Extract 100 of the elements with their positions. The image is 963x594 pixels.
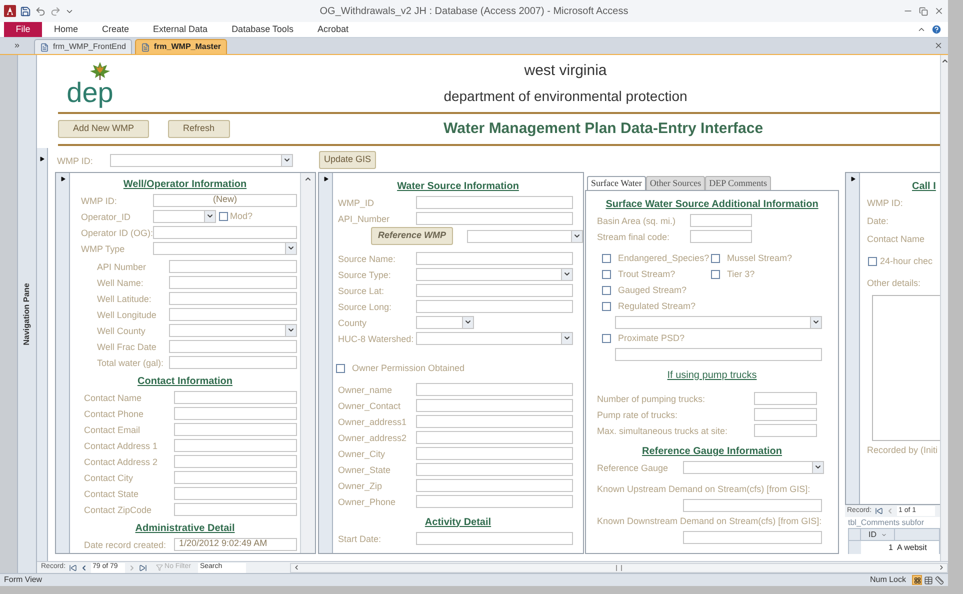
dropdown-field[interactable]	[467, 230, 583, 242]
dropdown-field[interactable]	[416, 316, 474, 328]
input-field[interactable]	[169, 276, 297, 288]
scroll-left-icon[interactable]	[293, 564, 300, 571]
input-field[interactable]	[153, 226, 297, 238]
help-icon[interactable]	[931, 24, 942, 35]
input-field[interactable]	[174, 406, 297, 420]
header-button[interactable]: Add New WMP	[58, 120, 150, 138]
dropdown-field[interactable]	[153, 242, 297, 254]
vertical-scrollbar[interactable]	[940, 55, 948, 561]
input-field[interactable]	[416, 398, 573, 412]
checkbox[interactable]	[711, 270, 720, 278]
input-field[interactable]	[169, 356, 297, 368]
form-tab[interactable]: Surface Water	[587, 176, 646, 190]
input-field[interactable]	[416, 446, 573, 460]
record-selector[interactable]	[319, 173, 333, 553]
navigation-pane[interactable]: Navigation Pane	[17, 55, 37, 573]
input-field[interactable]	[174, 502, 297, 516]
collapse-ribbon-icon[interactable]	[917, 25, 926, 34]
save-icon[interactable]	[20, 6, 31, 16]
input-field[interactable]	[754, 424, 817, 436]
input-field[interactable]	[416, 414, 573, 428]
input-field[interactable]	[169, 340, 297, 352]
notes-field[interactable]	[872, 295, 940, 441]
ribbon-tab[interactable]: External Data	[141, 22, 220, 37]
input-field[interactable]	[690, 214, 752, 226]
document-tab[interactable]: frm_WMP_FrontEnd	[34, 39, 132, 54]
record-selector[interactable]	[37, 148, 48, 561]
input-field[interactable]	[416, 196, 573, 208]
checkbox[interactable]	[602, 270, 611, 278]
checkbox[interactable]	[219, 212, 228, 220]
shutter-bar-button[interactable]: »	[0, 38, 34, 54]
checkbox[interactable]	[602, 334, 611, 342]
update-gis-button[interactable]: Update GIS	[319, 151, 376, 169]
input-field[interactable]: (New)	[153, 194, 297, 206]
input-field[interactable]	[416, 252, 573, 264]
dropdown-field[interactable]	[110, 154, 293, 166]
redo-icon[interactable]	[50, 6, 61, 16]
first-record-icon[interactable]	[874, 507, 883, 515]
close-icon[interactable]	[934, 41, 943, 50]
checkbox[interactable]	[602, 302, 611, 310]
input-field[interactable]	[174, 390, 297, 404]
input-field[interactable]: 1/20/2012 9:02:49 AM	[174, 538, 297, 550]
dropdown-field[interactable]	[683, 460, 824, 474]
input-field[interactable]	[416, 430, 573, 444]
app-icon[interactable]	[4, 5, 16, 17]
undo-icon[interactable]	[35, 6, 46, 16]
input-field[interactable]	[754, 408, 817, 420]
form-view-icon[interactable]	[912, 575, 922, 585]
input-field[interactable]	[174, 422, 297, 436]
restore-icon[interactable]	[919, 6, 928, 16]
checkbox[interactable]	[602, 254, 611, 262]
input-field[interactable]	[416, 532, 573, 544]
form-tab[interactable]: DEP Comments	[705, 176, 772, 190]
row-selector[interactable]	[849, 541, 861, 554]
input-field[interactable]	[416, 212, 573, 224]
input-field[interactable]	[169, 260, 297, 272]
dropdown-field[interactable]	[169, 324, 297, 336]
input-field[interactable]	[169, 308, 297, 320]
document-tab[interactable]: frm_WMP_Master	[134, 39, 228, 54]
input-field[interactable]	[416, 300, 573, 312]
input-field[interactable]	[174, 454, 297, 468]
form-tab[interactable]: Other Sources	[646, 176, 706, 190]
input-field[interactable]	[754, 392, 817, 404]
input-field[interactable]	[690, 230, 752, 242]
header-button[interactable]: Refresh	[168, 120, 230, 138]
ribbon-tab[interactable]: Database Tools	[220, 22, 306, 37]
close-icon[interactable]	[934, 6, 944, 16]
record-selector[interactable]	[56, 173, 70, 553]
checkbox[interactable]	[336, 364, 345, 372]
input-field[interactable]	[416, 462, 573, 476]
input-field[interactable]	[174, 438, 297, 452]
input-field[interactable]	[683, 530, 822, 544]
input-field[interactable]	[174, 470, 297, 484]
checkbox[interactable]	[711, 254, 720, 262]
ribbon-tab[interactable]: Home	[42, 22, 90, 37]
dropdown-field[interactable]	[615, 316, 822, 328]
first-record-icon[interactable]	[68, 564, 77, 572]
dropdown-field[interactable]	[153, 210, 216, 222]
scroll-up-icon[interactable]	[940, 57, 948, 65]
scroll-thumb[interactable]	[616, 564, 622, 570]
input-field[interactable]	[416, 284, 573, 296]
input-field[interactable]	[683, 498, 822, 512]
design-view-icon[interactable]	[935, 576, 944, 584]
vertical-scrollbar[interactable]	[300, 173, 315, 553]
dropdown-field[interactable]	[416, 332, 573, 344]
input-field[interactable]	[174, 486, 297, 500]
scroll-right-icon[interactable]	[938, 564, 945, 571]
file-tab[interactable]: File	[4, 22, 42, 37]
input-field[interactable]	[416, 494, 573, 508]
checkbox[interactable]	[602, 286, 611, 294]
reference-button[interactable]: Reference WMP	[371, 227, 454, 245]
input-field[interactable]	[416, 382, 573, 396]
horizontal-scrollbar[interactable]	[290, 562, 948, 572]
dropdown-field[interactable]	[416, 268, 573, 280]
scroll-up-icon[interactable]	[304, 175, 312, 183]
checkbox[interactable]	[868, 256, 877, 266]
datasheet-view-icon[interactable]	[924, 576, 933, 584]
input-field[interactable]	[416, 478, 573, 492]
ribbon-tab[interactable]: Acrobat	[305, 22, 360, 37]
